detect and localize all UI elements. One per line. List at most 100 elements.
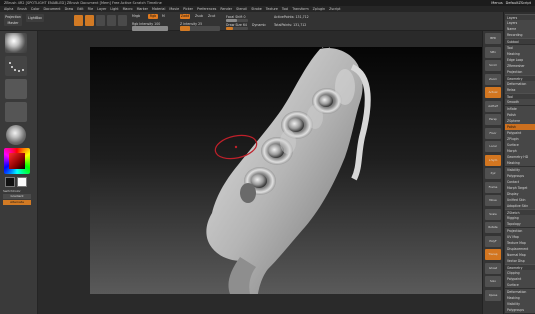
tray-item[interactable]: Geometry (505, 264, 535, 271)
tray-item[interactable]: Surface (505, 142, 535, 149)
tray-item[interactable]: Displacement (505, 245, 535, 252)
viewport-canvas[interactable] (90, 47, 482, 294)
stroke-thumbnail[interactable] (5, 56, 27, 76)
right-shelf-button[interactable]: Zoom (485, 73, 501, 85)
tray-item[interactable]: Rigging (505, 215, 535, 222)
tray-item[interactable]: Adaptive Skin (505, 203, 535, 210)
tray-item[interactable]: UV Map (505, 233, 535, 240)
tray-item[interactable]: Smooth (505, 99, 535, 106)
main-color-swatch[interactable] (5, 177, 15, 187)
tray-item[interactable]: Polish (505, 123, 535, 130)
right-shelf-button[interactable]: PolyF (485, 235, 501, 247)
tray-item[interactable]: ZSphere (505, 117, 535, 124)
switch-color-button[interactable]: SwitchColor (3, 189, 21, 193)
tray-item[interactable]: ZRemesher (505, 62, 535, 69)
tray-item[interactable]: Display (505, 190, 535, 197)
tray-item[interactable]: ZPlugin (505, 136, 535, 142)
right-shelf-button[interactable]: Xpose (485, 289, 501, 301)
tray-item[interactable]: Deformation (505, 288, 535, 295)
right-shelf-button[interactable]: AAHalf (485, 100, 501, 112)
m-button[interactable]: M (162, 14, 165, 18)
draw-size-fill (226, 27, 233, 30)
secondary-color-swatch[interactable] (17, 177, 27, 187)
tray-item[interactable]: ZSketch (505, 209, 535, 216)
tray-item[interactable]: Visibility (505, 166, 535, 173)
right-shelf-button[interactable]: Transp (485, 249, 501, 260)
tray-item[interactable]: Edge Loop (505, 56, 535, 63)
tray-item[interactable]: Tool (505, 44, 535, 51)
right-shelf-button[interactable]: Rotate (485, 222, 501, 233)
tray-item[interactable]: Morph (505, 148, 535, 155)
tray-item[interactable]: Masking (505, 294, 535, 301)
rotate-mode-button[interactable] (118, 15, 127, 26)
tray-item[interactable]: Polypaint (505, 129, 535, 136)
focal-shift-slider[interactable] (226, 19, 248, 22)
mrgb-button[interactable]: Mrgb (132, 14, 140, 18)
tray-item[interactable]: Unified Skin (505, 197, 535, 203)
gradient-button[interactable]: Gradient (3, 194, 31, 199)
texture-thumbnail[interactable] (5, 102, 27, 122)
draw-size-slider[interactable] (226, 27, 248, 30)
right-shelf-button[interactable]: Ghost (485, 262, 501, 274)
right-shelf-button[interactable]: L.Sym (485, 154, 501, 166)
move-mode-button[interactable] (96, 15, 105, 26)
tray-item[interactable]: Projection (505, 68, 535, 75)
tray-item[interactable]: Masking (505, 160, 535, 167)
right-shelf-button[interactable]: Move (485, 195, 501, 206)
right-shelf-button[interactable]: Frame (485, 181, 501, 193)
right-shelf-button[interactable]: SPix (485, 46, 501, 58)
tray-item[interactable]: Layers (505, 20, 535, 27)
right-shelf-button[interactable]: Local (485, 141, 501, 152)
zcut-button[interactable]: Zcut (208, 14, 215, 18)
tray-item[interactable]: Tool (505, 93, 535, 100)
projection-master-button[interactable]: Projection Master (4, 14, 22, 26)
eyeball (319, 95, 333, 107)
tray-item[interactable]: Surface (505, 282, 535, 289)
tray-item[interactable]: Polish (505, 111, 535, 118)
tray-item[interactable]: Polygroups (505, 306, 535, 313)
right-shelf-button[interactable]: Scroll (485, 60, 501, 71)
alternate-button[interactable]: Alternate (3, 200, 31, 205)
right-shelf-button[interactable]: Solo (485, 276, 501, 287)
tray-item[interactable]: Geometry (505, 75, 535, 81)
right-shelf-button[interactable]: Xyz (485, 168, 501, 179)
tray-item[interactable]: Geometry HD (505, 154, 535, 161)
right-shelf-button[interactable]: BPR (485, 33, 501, 44)
right-shelf-button[interactable]: Floor (485, 127, 501, 139)
tray-item[interactable]: Morph Target (505, 184, 535, 191)
draw-mode-button[interactable] (85, 15, 94, 26)
dynamic-button[interactable]: Dynamic (252, 23, 266, 27)
brush-thumbnail[interactable] (5, 33, 27, 53)
zadd-button[interactable]: Zadd (180, 14, 190, 19)
tray-item[interactable]: Recording (505, 32, 535, 39)
tray-item[interactable]: Topology (505, 221, 535, 228)
tray-item[interactable]: Normal Map (505, 251, 535, 258)
tray-item[interactable]: Inflate (505, 105, 535, 112)
right-shelf-button[interactable]: Scale (485, 208, 501, 220)
right-shelf-button[interactable]: Actual (485, 87, 501, 98)
tray-item[interactable]: Deformation (505, 81, 535, 88)
tray-item[interactable]: Projection (505, 227, 535, 234)
tray-item[interactable]: Texture Map (505, 239, 535, 246)
tray-item[interactable]: Name (505, 26, 535, 33)
tray-item[interactable]: Subtool (505, 38, 535, 45)
tray-item[interactable]: Polypaint (505, 276, 535, 283)
edit-mode-button[interactable] (74, 15, 83, 26)
tray-item[interactable]: Visibility (505, 300, 535, 307)
lightbox-button[interactable]: LightBox (26, 14, 44, 22)
tray-item[interactable]: Masking (505, 50, 535, 57)
tray-item[interactable]: Clipping (505, 270, 535, 277)
color-picker[interactable] (4, 148, 30, 174)
rgb-button[interactable]: Rgb (148, 14, 158, 19)
color-picker-square[interactable] (9, 153, 25, 169)
material-thumbnail[interactable] (6, 125, 26, 145)
tray-item[interactable]: Relax (505, 87, 535, 94)
scale-mode-button[interactable] (107, 15, 116, 26)
tray-item[interactable]: Polygroups (505, 172, 535, 179)
alpha-thumbnail[interactable] (5, 79, 27, 99)
right-shelf-button[interactable]: Persp (485, 114, 501, 125)
tray-item[interactable]: Contact (505, 178, 535, 185)
tray-item[interactable]: Layers (505, 14, 535, 20)
tray-item[interactable]: Vector Disp (505, 258, 535, 264)
zsub-button[interactable]: Zsub (195, 14, 203, 18)
